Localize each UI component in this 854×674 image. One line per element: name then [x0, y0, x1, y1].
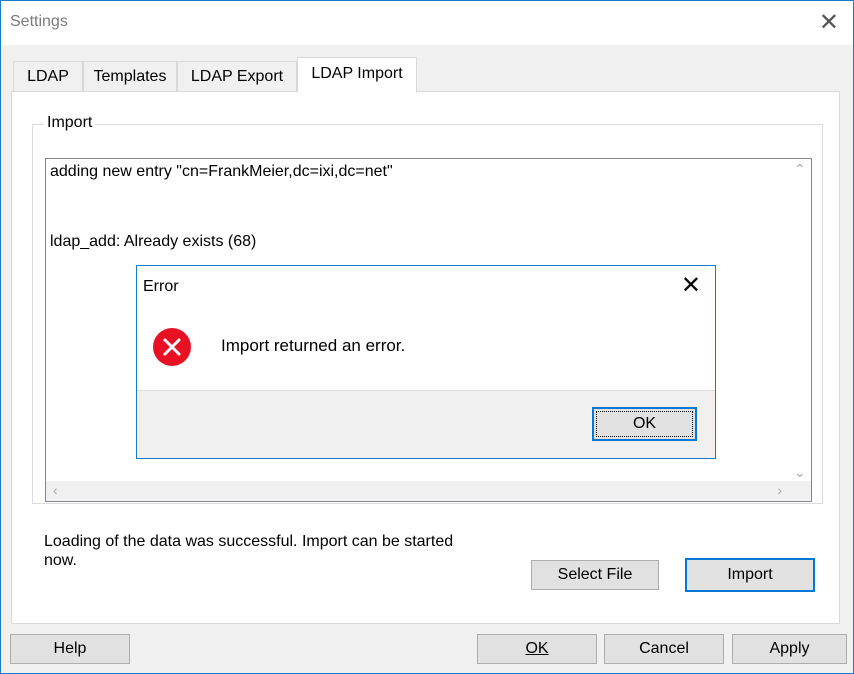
import-button[interactable]: Import — [685, 558, 815, 592]
cancel-button[interactable]: Cancel — [604, 634, 724, 664]
tab-ldap[interactable]: LDAP — [13, 61, 83, 91]
scroll-right-icon[interactable]: › — [777, 482, 782, 498]
apply-button[interactable]: Apply — [732, 634, 847, 664]
status-line: Loading of the data was successful. Impo… — [44, 533, 454, 550]
title-bar: Settings ✕ — [1, 1, 853, 45]
scroll-left-icon[interactable]: ‹ — [53, 482, 58, 498]
window-title: Settings — [10, 13, 68, 30]
scroll-up-icon[interactable]: ⌃ — [794, 161, 806, 178]
horizontal-scrollbar[interactable]: ‹ › — [46, 481, 791, 501]
ok-button[interactable]: OK — [477, 634, 597, 664]
status-line: now. — [44, 552, 77, 569]
close-icon[interactable]: ✕ — [819, 9, 839, 37]
select-file-button[interactable]: Select File — [531, 560, 659, 590]
scrollbar-corner — [789, 481, 811, 501]
import-group-legend: Import — [44, 114, 96, 132]
dialog-ok-button[interactable]: OK — [592, 407, 697, 441]
tab-ldap-import[interactable]: LDAP Import — [297, 57, 417, 93]
log-line: ldap_add: Already exists (68) — [50, 233, 257, 250]
close-icon[interactable]: ✕ — [681, 272, 701, 300]
scroll-down-icon[interactable]: ⌄ — [794, 464, 806, 481]
dialog-message: Import returned an error. — [221, 336, 406, 355]
dialog-content: Error ✕ Import returned an error. — [137, 266, 715, 390]
vertical-scrollbar[interactable]: ⌃ ⌄ — [789, 159, 811, 483]
help-button[interactable]: Help — [10, 634, 130, 664]
tab-ldap-export[interactable]: LDAP Export — [177, 61, 297, 91]
dialog-divider — [137, 390, 715, 391]
dialog-title: Error — [143, 278, 179, 295]
log-line: adding new entry "cn=FrankMeier,dc=ixi,d… — [50, 163, 393, 180]
error-dialog: Error ✕ Import returned an error. OK — [136, 265, 716, 459]
tab-templates[interactable]: Templates — [83, 61, 177, 91]
focus-rect — [596, 411, 693, 437]
error-icon — [153, 328, 191, 366]
status-text: Loading of the data was successful. Impo… — [44, 532, 504, 570]
